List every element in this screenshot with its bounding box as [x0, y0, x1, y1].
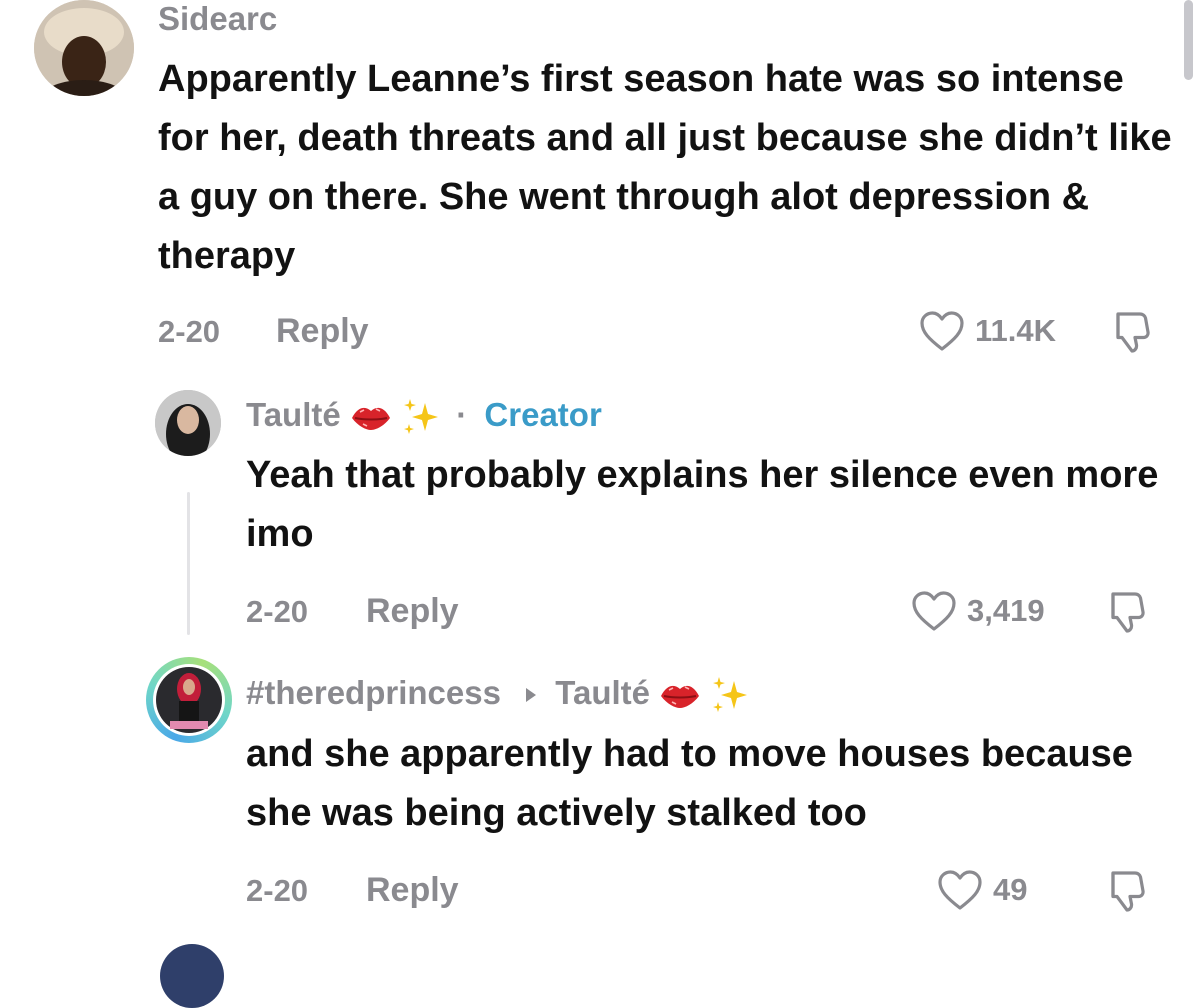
kiss-lips-icon: [661, 686, 700, 709]
comment-username-line: Taulté · Creator: [246, 396, 602, 437]
like-count: 11.4K: [975, 313, 1057, 348]
sparkles-icon: [713, 677, 748, 713]
heart-outline-icon: [920, 311, 964, 351]
thumbs-down-icon[interactable]: [1103, 867, 1151, 913]
creator-badge: Creator: [484, 396, 602, 433]
comment-date: 2-20: [158, 314, 221, 349]
avatar-theredprincess[interactable]: [146, 657, 232, 743]
comment-username[interactable]: Taulté: [246, 396, 341, 433]
comment-date: 2-20: [246, 873, 309, 908]
avatar-taulte[interactable]: [155, 390, 221, 456]
comment-username[interactable]: #theredprincess: [246, 674, 501, 711]
thumbs-down-icon[interactable]: [1108, 308, 1156, 354]
avatar-photo: [34, 0, 134, 96]
avatar-next-comment[interactable]: [160, 944, 224, 1008]
comment-text: Yeah that probably explains her silence …: [246, 454, 1159, 555]
avatar-photo: [153, 664, 225, 736]
reply-button[interactable]: Reply: [276, 312, 369, 351]
like-count: 3,419: [967, 593, 1045, 628]
comment-username-line: #theredprincess Taulté: [246, 674, 750, 715]
like-button[interactable]: 11.4K: [919, 310, 1056, 352]
reply-button[interactable]: Reply: [366, 871, 459, 910]
like-button[interactable]: 3,419: [911, 590, 1045, 632]
heart-outline-icon: [938, 870, 982, 910]
heart-outline-icon: [912, 591, 956, 631]
comment-username[interactable]: Sidearc: [158, 0, 277, 38]
thumbs-down-icon[interactable]: [1103, 588, 1151, 634]
separator-dot: ·: [456, 396, 468, 433]
avatar-photo: [155, 390, 221, 456]
reply-button[interactable]: Reply: [366, 592, 459, 631]
thread-line: [187, 492, 190, 635]
avatar-sidearc[interactable]: [34, 0, 134, 96]
kiss-lips-icon: [351, 408, 390, 431]
comment-text: Apparently Leanne’s first season hate wa…: [158, 58, 1172, 277]
scrollbar[interactable]: [1184, 0, 1193, 80]
like-count: 49: [993, 872, 1028, 907]
caret-right-icon: [526, 688, 537, 703]
comment-text: and she apparently had to move houses be…: [246, 733, 1133, 834]
sparkles-icon: [404, 399, 439, 435]
comment-date: 2-20: [246, 594, 309, 629]
reply-to-username[interactable]: Taulté: [555, 674, 650, 711]
like-button[interactable]: 49: [937, 869, 1027, 911]
